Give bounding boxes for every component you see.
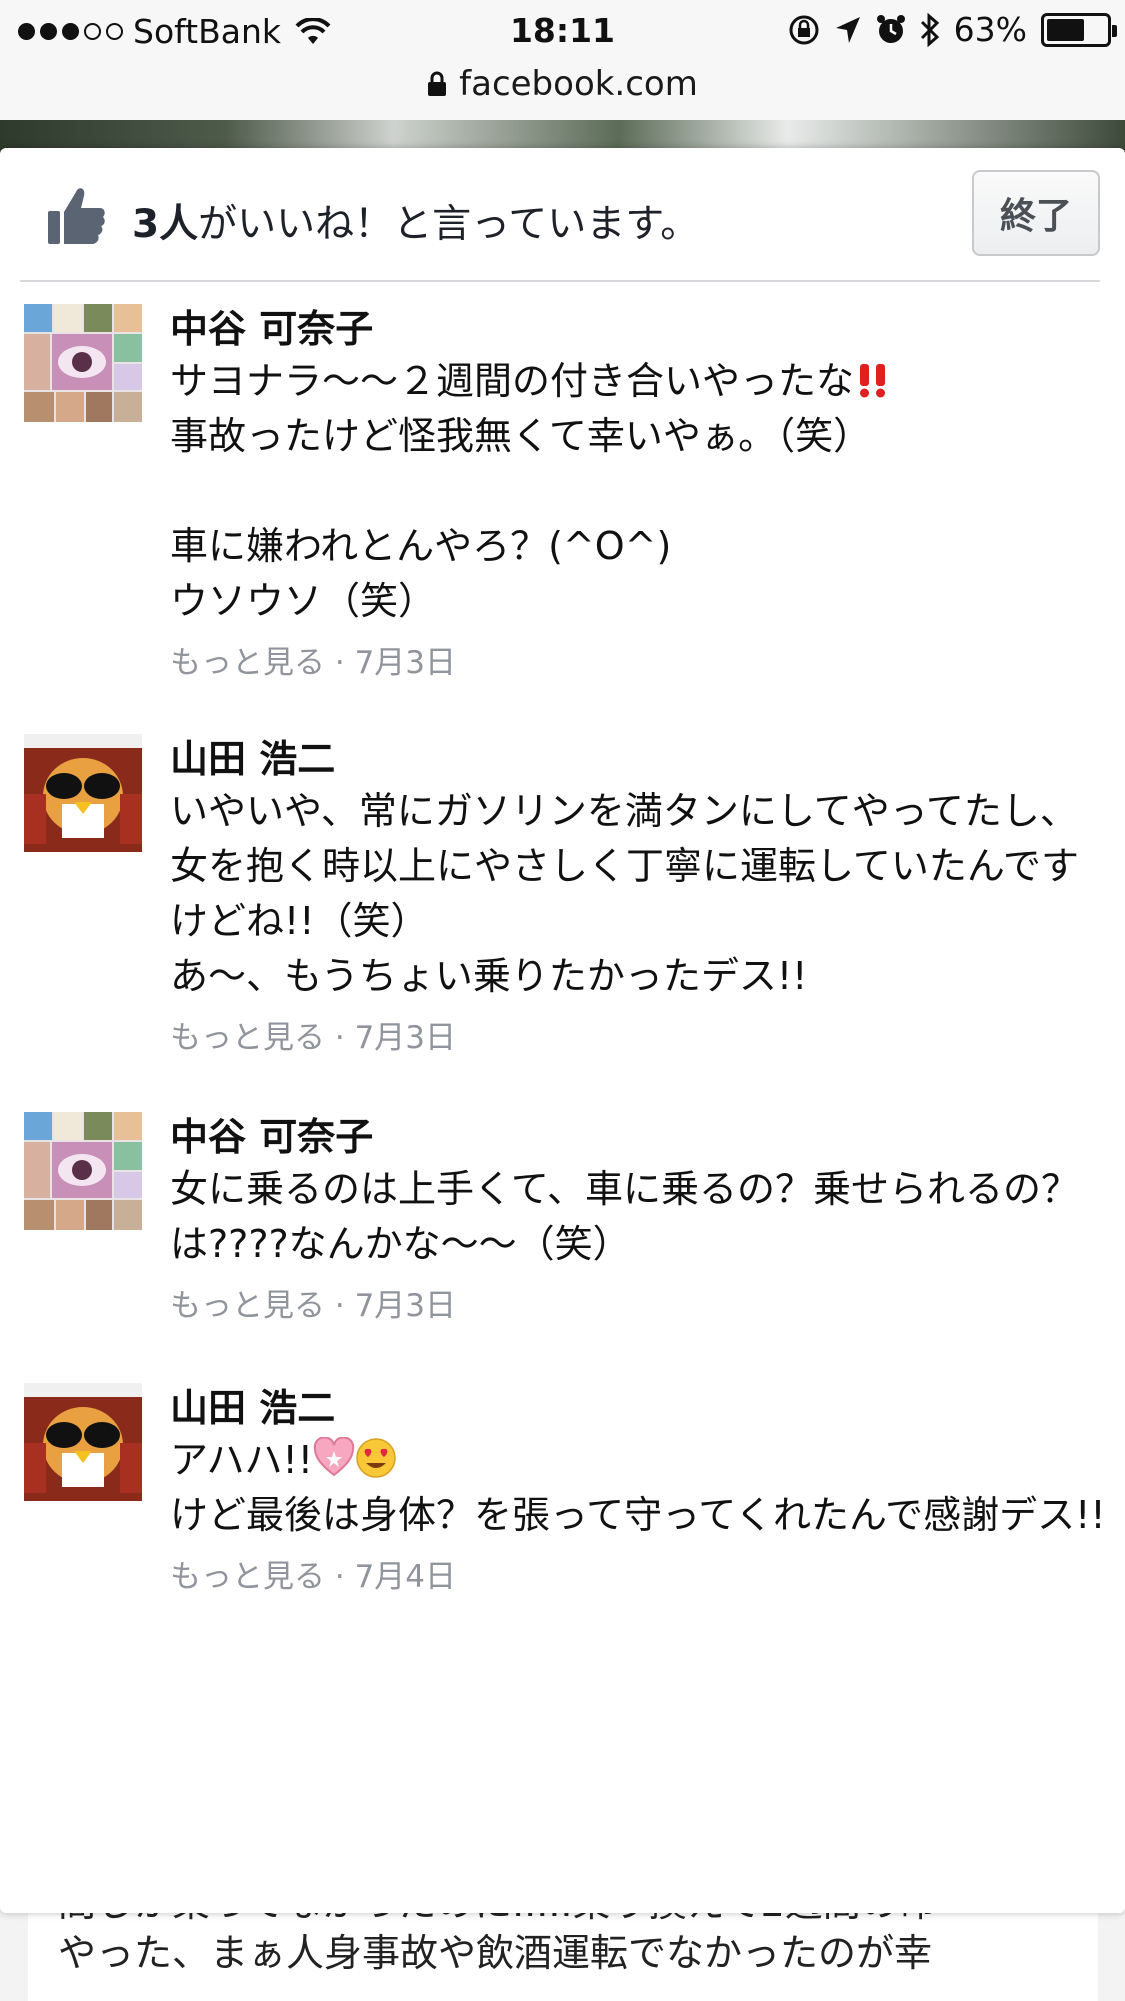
comment-text-line: サヨナラ〜〜２週間の付き合いやったな [170, 359, 855, 403]
lock-icon [428, 71, 447, 96]
comment-author[interactable]: 中谷 可奈子 [170, 1112, 1110, 1162]
background-post-line: やった、まぁ人身事故や飲酒運転でなかったのが幸 [58, 1931, 933, 1975]
comment-meta: もっと見る · 7月3日 [170, 639, 1110, 687]
comment-date: · 7月3日 [334, 645, 457, 681]
heart-eyes-icon [356, 1438, 396, 1478]
comment-body: 中谷 可奈子 サヨナラ〜〜２週間の付き合いやったな 事故ったけど怪我無くて幸いや… [170, 304, 1110, 687]
comment-meta: もっと見る · 7月3日 [170, 1014, 1110, 1062]
comment-date: · 7月4日 [334, 1559, 457, 1595]
comment-author[interactable]: 山田 浩二 [170, 1383, 1110, 1433]
see-more-link[interactable]: もっと見る [170, 1020, 325, 1056]
comment-meta: もっと見る · 7月4日 [170, 1553, 1110, 1601]
comment-text-line: アハハ!! [170, 1438, 313, 1482]
comment-date: · 7月3日 [334, 1288, 457, 1324]
battery-percent: 63% [953, 10, 1027, 49]
likes-header: 3人がいいね！と言っています。 終了 [20, 148, 1100, 282]
avatar[interactable] [24, 304, 142, 422]
url-bar[interactable]: facebook.com [0, 62, 1125, 120]
see-more-link[interactable]: もっと見る [170, 1559, 325, 1595]
comment-text-line: 事故ったけど怪我無くて幸いやぁ。（笑） 車に嫌われとんやろ？(^O^) ウソウソ… [170, 414, 872, 623]
avatar[interactable] [24, 1383, 142, 1501]
battery-level [1047, 18, 1084, 41]
see-more-link[interactable]: もっと見る [170, 645, 325, 681]
location-arrow-icon [835, 16, 860, 43]
comment-body: 山田 浩二 いやいや、常にガソリンを満タンにしてやってたし、女を抱く時以上にやさ… [170, 734, 1110, 1062]
sparkling-heart-icon [313, 1437, 355, 1477]
avatar[interactable] [24, 734, 142, 852]
comment-body: 中谷 可奈子 女に乗るのは上手くて、車に乗るの？乗せられるの？は????なんかな… [170, 1112, 1110, 1330]
status-bar: SoftBank 18:11 63% [0, 0, 1125, 62]
alarm-icon [876, 14, 905, 43]
comment-text: いやいや、常にガソリンを満タンにしてやってたし、女を抱く時以上にやさしく丁寧に運… [170, 789, 1079, 998]
avatar[interactable] [24, 1112, 142, 1230]
comment-text: 女に乗るのは上手くて、車に乗るの？乗せられるの？は????なんかな〜〜（笑） [170, 1167, 1079, 1266]
likes-panel: 3人がいいね！と言っています。 終了 中谷 可奈子 サヨナラ〜〜２週間の付き合い… [0, 148, 1125, 1913]
rotation-lock-icon [789, 15, 819, 44]
double-exclamation-icon [860, 364, 886, 398]
bluetooth-icon [920, 12, 939, 47]
comment-text-line: けど最後は身体？を張って守ってくれたんで感謝デス!! [170, 1493, 1106, 1537]
comment-body: 山田 浩二 アハハ!! けど最後は身体？を張って守ってくれたんで感謝デス!! も… [170, 1383, 1110, 1601]
comment-author[interactable]: 中谷 可奈子 [170, 304, 1110, 354]
done-button[interactable]: 終了 [972, 170, 1100, 256]
see-more-link[interactable]: もっと見る [170, 1288, 325, 1324]
comment-text: サヨナラ〜〜２週間の付き合いやったな 事故ったけど怪我無くて幸いやぁ。（笑） 車… [170, 354, 1110, 629]
likes-label: がいいね！と言っています。 [198, 202, 700, 247]
url-text: facebook.com [459, 64, 698, 104]
battery-icon [1041, 12, 1117, 47]
comment-author[interactable]: 山田 浩二 [170, 734, 1110, 784]
likes-summary: 3人がいいね！と言っています。 [132, 193, 699, 249]
thumbs-up-icon [48, 188, 105, 244]
comment-text: アハハ!! けど最後は身体？を張って守ってくれたんで感謝デス!! [170, 1433, 1110, 1543]
comment-meta: もっと見る · 7月3日 [170, 1282, 1110, 1330]
likes-count: 3人 [132, 202, 199, 247]
background-post-text: 間しか乗ってなかったのに.....乗り換えて2週間の命 やった、まぁ人身事故や飲… [28, 1900, 1098, 2001]
comment-date: · 7月3日 [334, 1020, 457, 1056]
